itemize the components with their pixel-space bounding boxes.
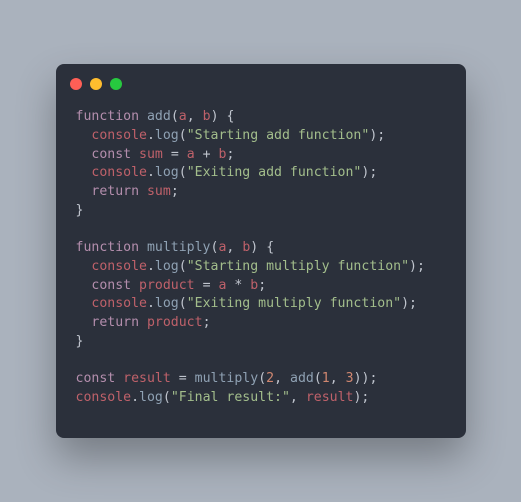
paren-close: ): [401, 296, 409, 311]
log-method: log: [155, 128, 179, 143]
paren-open: (: [179, 259, 187, 274]
paren-open: (: [314, 371, 322, 386]
dot: .: [131, 390, 139, 405]
semicolon: ;: [258, 278, 266, 293]
comma: ,: [290, 390, 298, 405]
string-literal: "Final result:": [171, 390, 290, 405]
log-method: log: [139, 390, 163, 405]
semicolon: ;: [370, 371, 378, 386]
semicolon: ;: [369, 165, 377, 180]
ref-product: product: [147, 315, 203, 330]
number-literal: 1: [322, 371, 330, 386]
number-literal: 2: [266, 371, 274, 386]
brace-open: {: [266, 240, 274, 255]
comma: ,: [274, 371, 282, 386]
call-add: add: [290, 371, 314, 386]
call-multiply: multiply: [195, 371, 259, 386]
paren-open: (: [258, 371, 266, 386]
console-obj: console: [91, 296, 147, 311]
semicolon: ;: [361, 390, 369, 405]
code-window: function add(a, b) { console.log("Starti…: [56, 64, 466, 438]
paren-open: (: [179, 165, 187, 180]
paren-close: ): [409, 259, 417, 274]
console-obj: console: [91, 259, 147, 274]
paren-open: (: [179, 296, 187, 311]
brace-open: {: [226, 109, 234, 124]
comma: ,: [226, 240, 234, 255]
string-literal: "Starting multiply function": [187, 259, 409, 274]
keyword-return: return: [91, 315, 139, 330]
keyword-return: return: [91, 184, 139, 199]
op-star: *: [234, 278, 242, 293]
var-product: product: [139, 278, 195, 293]
semicolon: ;: [377, 128, 385, 143]
param-b: b: [203, 109, 211, 124]
comma: ,: [187, 109, 195, 124]
brace-close: }: [76, 334, 84, 349]
string-literal: "Exiting add function": [187, 165, 362, 180]
window-titlebar: [56, 64, 466, 90]
number-literal: 3: [346, 371, 354, 386]
paren-open: (: [171, 109, 179, 124]
dot: .: [147, 165, 155, 180]
keyword-function: function: [76, 109, 140, 124]
keyword-function: function: [76, 240, 140, 255]
log-method: log: [155, 165, 179, 180]
log-method: log: [155, 259, 179, 274]
maximize-icon[interactable]: [110, 78, 122, 90]
dot: .: [147, 296, 155, 311]
op-eq: =: [171, 147, 179, 162]
code-block: function add(a, b) { console.log("Starti…: [56, 90, 466, 438]
dot: .: [147, 128, 155, 143]
semicolon: ;: [203, 315, 211, 330]
semicolon: ;: [417, 259, 425, 274]
function-name-add: add: [147, 109, 171, 124]
keyword-const: const: [76, 371, 116, 386]
ref-a: a: [218, 278, 226, 293]
paren-open: (: [163, 390, 171, 405]
function-name-multiply: multiply: [147, 240, 211, 255]
paren-open: (: [179, 128, 187, 143]
semicolon: ;: [171, 184, 179, 199]
semicolon: ;: [227, 147, 235, 162]
brace-close: }: [76, 203, 84, 218]
console-obj: console: [91, 165, 147, 180]
ref-b: b: [219, 147, 227, 162]
semicolon: ;: [409, 296, 417, 311]
paren-close: ): [362, 371, 370, 386]
close-icon[interactable]: [70, 78, 82, 90]
minimize-icon[interactable]: [90, 78, 102, 90]
log-method: log: [155, 296, 179, 311]
paren-close: ): [250, 240, 258, 255]
console-obj: console: [76, 390, 132, 405]
var-sum: sum: [139, 147, 163, 162]
paren-close: ): [211, 109, 219, 124]
param-a: a: [179, 109, 187, 124]
string-literal: "Starting add function": [187, 128, 370, 143]
var-result: result: [123, 371, 171, 386]
ref-result: result: [306, 390, 354, 405]
string-literal: "Exiting multiply function": [187, 296, 401, 311]
comma: ,: [330, 371, 338, 386]
ref-a: a: [187, 147, 195, 162]
op-plus: +: [203, 147, 211, 162]
op-eq: =: [179, 371, 187, 386]
keyword-const: const: [91, 278, 131, 293]
op-eq: =: [203, 278, 211, 293]
console-obj: console: [91, 128, 147, 143]
paren-close: ): [354, 371, 362, 386]
dot: .: [147, 259, 155, 274]
keyword-const: const: [91, 147, 131, 162]
ref-sum: sum: [147, 184, 171, 199]
